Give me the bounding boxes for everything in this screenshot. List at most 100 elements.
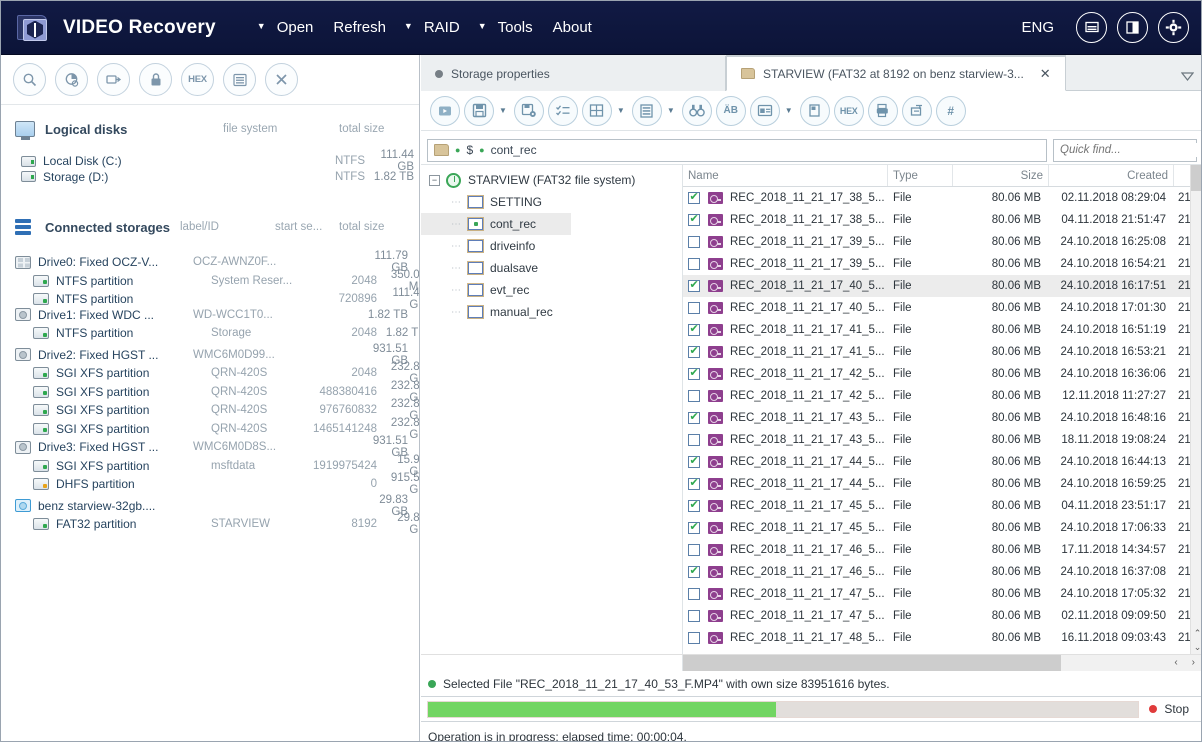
scroll-down-button[interactable]: ⌄ [1191,640,1201,654]
row-checkbox[interactable] [688,236,700,248]
storage-row[interactable]: NTFS partition 720896 111.45 GB [1,287,419,311]
lines-icon[interactable] [631,95,662,126]
chevron-down-icon[interactable]: ▼ [617,106,625,115]
tree-item-evt_rec[interactable]: ⋯ evt_rec [421,279,682,301]
hex-icon[interactable]: HEX [833,95,864,126]
hex-icon[interactable]: HEX [181,63,214,96]
tree-item-setting[interactable]: ⋯ SETTING [421,191,682,213]
row-checkbox[interactable] [688,632,700,644]
path-field[interactable]: ● $ ● cont_rec [427,138,1047,162]
table-row[interactable]: REC_2018_11_21_17_47_5... File 80.06 MB 02.… [683,605,1201,627]
table-row[interactable]: REC_2018_11_21_17_39_5... File 80.06 MB 24.… [683,253,1201,275]
menu-item-open[interactable]: Open [268,15,323,40]
path-segment-root[interactable]: $ [466,143,473,157]
column-header-name[interactable]: Name [683,165,888,186]
storage-row[interactable]: Drive1: Fixed WDC ... WD-WCC1T0... 1.82 TB [1,306,419,325]
row-checkbox[interactable] [688,214,700,226]
row-checkbox[interactable] [688,302,700,314]
grid-icon[interactable] [581,95,612,126]
magnifier-icon[interactable] [13,63,46,96]
storage-row[interactable]: SGI XFS partitionQRN-420S488380416232.88… [1,380,419,404]
menu-caret-tools[interactable]: ▼ [471,21,487,31]
path-segment-current[interactable]: cont_rec [491,143,537,157]
column-header-type[interactable]: Type [888,165,953,186]
scrollbar-track[interactable]: ‹ › [1061,654,1201,671]
window-stack-icon[interactable] [1076,12,1107,43]
split-panel-icon[interactable] [1117,12,1148,43]
play-disk-icon[interactable] [430,95,460,126]
card-icon[interactable] [749,95,780,126]
tab-starview[interactable]: STARVIEW (FAT32 at 8192 on benz starview… [726,55,1066,91]
chevron-down-icon[interactable] [1181,72,1194,81]
chevron-down-icon[interactable]: ▼ [667,106,675,115]
scrollbar-thumb[interactable] [1191,165,1201,191]
chevron-down-icon[interactable]: ▼ [785,106,793,115]
menu-item-raid[interactable]: RAID [415,15,469,40]
table-row[interactable]: REC_2018_11_21_17_42_5... File 80.06 MB 24.… [683,363,1201,385]
scroll-up-button[interactable]: ⌃ [1191,626,1201,640]
search-input[interactable] [1054,143,1201,157]
row-checkbox[interactable] [688,434,700,446]
tree-item-driveinfo[interactable]: ⋯ driveinfo [421,235,682,257]
tree-item-manual_rec[interactable]: ⋯ manual_rec [421,301,682,323]
list-icon[interactable] [223,63,256,96]
checklist-icon[interactable] [547,95,578,126]
scrollbar-thumb[interactable] [683,654,1061,671]
scroll-right-button[interactable]: › [1192,657,1195,668]
row-checkbox[interactable] [688,280,700,292]
row-checkbox[interactable] [688,192,700,204]
storage-row[interactable]: NTFS partitionSystem Reser...2048350.02 … [1,269,419,293]
padlock-icon[interactable] [139,63,172,96]
language-indicator[interactable]: ENG [1021,19,1054,36]
printer-icon[interactable] [867,95,898,126]
storage-row[interactable]: SGI XFS partitionQRN-420S2048232.88 GB [1,361,419,385]
copy-file-icon[interactable] [799,95,830,126]
export-icon[interactable] [901,95,932,126]
row-checkbox[interactable] [688,390,700,402]
row-checkbox[interactable] [688,500,700,512]
row-checkbox[interactable] [688,368,700,380]
menu-item-tools[interactable]: Tools [489,15,542,40]
menu-caret-open[interactable]: ▼ [250,21,266,31]
table-row[interactable]: REC_2018_11_21_17_45_5... File 80.06 MB 24.… [683,517,1201,539]
storage-row[interactable]: NTFS partition Storage 2048 1.82 TB [1,324,419,343]
row-checkbox[interactable] [688,456,700,468]
tree-item-dualsave[interactable]: ⋯ dualsave [421,257,682,279]
column-header-size[interactable]: Size [953,165,1049,186]
table-row[interactable]: REC_2018_11_21_17_44_5... File 80.06 MB 24.… [683,451,1201,473]
row-checkbox[interactable] [688,544,700,556]
storage-row[interactable]: DHFS partition 0 915.52 GB [1,472,419,496]
menu-caret-raid[interactable]: ▼ [397,21,413,31]
storage-row[interactable]: Drive3: Fixed HGST ... WMC6M0D8S... 931.51… [1,435,419,459]
menu-item-refresh[interactable]: Refresh [324,15,395,40]
table-row[interactable]: REC_2018_11_21_17_39_5... File 80.06 MB 24.… [683,231,1201,253]
table-row[interactable]: REC_2018_11_21_17_38_5... File 80.06 MB 02.… [683,187,1201,209]
table-row[interactable]: REC_2018_11_21_17_40_5... File 80.06 MB 24.… [683,297,1201,319]
table-row[interactable]: REC_2018_11_21_17_43_5... File 80.06 MB 18.… [683,429,1201,451]
table-row[interactable]: REC_2018_11_21_17_43_5... File 80.06 MB 24.… [683,407,1201,429]
menu-item-about[interactable]: About [544,15,601,40]
tree-item-cont_rec[interactable]: ⋯ cont_rec [421,213,571,235]
row-checkbox[interactable] [688,478,700,490]
table-row[interactable]: REC_2018_11_21_17_42_5... File 80.06 MB 12.… [683,385,1201,407]
row-checkbox[interactable] [688,566,700,578]
column-header-created[interactable]: Created [1049,165,1174,186]
row-checkbox[interactable] [688,610,700,622]
pie-disk-icon[interactable] [55,63,88,96]
horizontal-scrollbar[interactable]: ‹ › [421,654,1201,671]
row-checkbox[interactable] [688,588,700,600]
disk-arrow-icon[interactable] [97,63,130,96]
stop-button[interactable]: Stop [1149,702,1189,716]
table-row[interactable]: REC_2018_11_21_17_41_5... File 80.06 MB 24.… [683,319,1201,341]
table-row[interactable]: REC_2018_11_21_17_40_5... File 80.06 MB 24.… [683,275,1201,297]
scroll-left-button[interactable]: ‹ [1174,657,1177,668]
close-icon[interactable]: ✕ [1040,66,1051,82]
vertical-scrollbar[interactable]: ⌃ ⌄ [1190,165,1201,654]
collapse-icon[interactable]: − [429,174,440,186]
table-row[interactable]: REC_2018_11_21_17_38_5... File 80.06 MB 04.… [683,209,1201,231]
table-row[interactable]: REC_2018_11_21_17_46_5... File 80.06 MB 24.… [683,561,1201,583]
floppy-save-icon[interactable] [464,95,494,126]
table-row[interactable]: REC_2018_11_21_17_45_5... File 80.06 MB 04.… [683,495,1201,517]
row-checkbox[interactable] [688,346,700,358]
chevron-down-icon[interactable]: ▼ [499,106,507,115]
